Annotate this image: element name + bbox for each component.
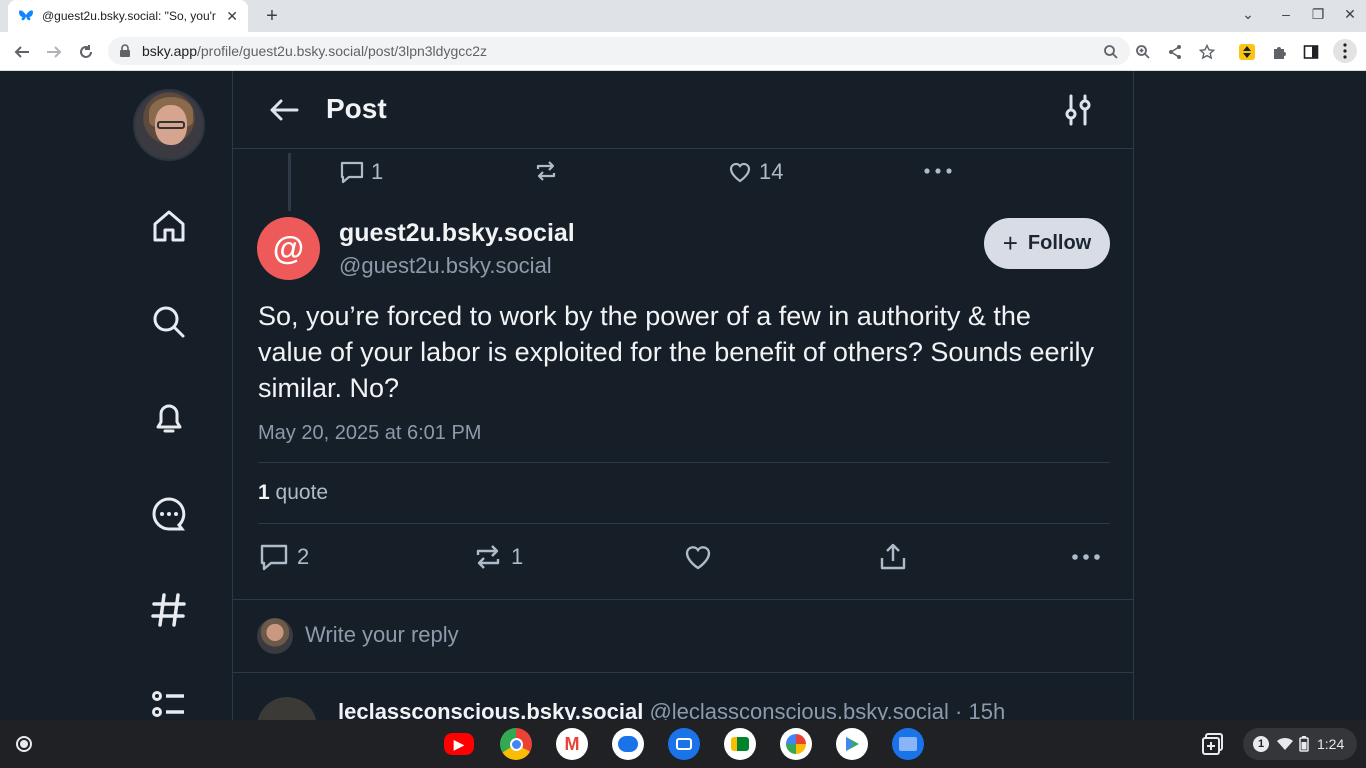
photos-icon[interactable] [780,728,812,760]
search-icon[interactable] [1100,41,1122,63]
puzzle-icon[interactable] [1268,41,1290,63]
close-tab-icon[interactable]: ✕ [226,8,238,25]
wifi-icon [1277,737,1293,750]
more-dots-icon [1072,554,1100,560]
thread-line [288,153,291,211]
tab-strip: @guest2u.bsky.social: "So, you'r ✕ + ⌄ –… [0,0,1366,32]
gmail-icon[interactable]: M [556,728,588,760]
share-upload-icon [880,543,906,570]
chrome-icon[interactable] [500,728,532,760]
bluesky-page: Post 1 14 @ guest2u.bsky.social @guest2u… [0,71,1366,720]
left-nav [130,71,210,720]
feeds-hash-icon[interactable] [150,591,188,629]
back-arrow-icon[interactable] [267,93,301,127]
meet-icon[interactable] [724,728,756,760]
parent-reply-button[interactable]: 1 [339,159,383,185]
reply-icon [260,544,288,571]
post-timestamp: May 20, 2025 at 6:01 PM [258,422,482,444]
new-tab-button[interactable]: + [260,4,284,28]
heart-icon [685,546,711,570]
repost-icon [476,545,500,569]
post-author-row: @ guest2u.bsky.social @guest2u.bsky.soci… [257,217,1110,283]
browser-tab[interactable]: @guest2u.bsky.social: "So, you'r ✕ [8,0,248,32]
battery-icon [1299,736,1309,752]
parent-reply-count: 1 [371,159,384,184]
divider [258,523,1110,524]
reply-icon [340,161,364,184]
system-tray[interactable]: 1 1:24 [1243,728,1357,760]
author-display-name[interactable]: guest2u.bsky.social [339,219,575,248]
search-nav-icon[interactable] [150,303,188,341]
thread-settings-icon[interactable] [1063,93,1093,127]
divider [258,462,1110,463]
side-panel-icon[interactable] [1300,41,1322,63]
lists-icon[interactable] [150,687,188,720]
os-shelf: ▶ M 1 1:24 [0,720,1366,768]
more-options-button[interactable] [1071,543,1109,571]
more-dots-icon [924,168,952,174]
follow-button[interactable]: + Follow [984,218,1110,269]
reply-author-avatar[interactable] [257,697,317,720]
share-button[interactable] [878,543,916,571]
repost-button[interactable]: 1 [473,543,523,571]
lock-icon [120,44,130,57]
extension-icon[interactable] [1236,41,1258,63]
author-handle[interactable]: @guest2u.bsky.social [339,253,552,279]
close-window-icon[interactable]: ✕ [1338,6,1362,23]
back-icon[interactable] [10,40,34,64]
camera-icon[interactable] [668,728,700,760]
minimize-icon[interactable]: – [1274,6,1298,22]
post-header: Post [233,71,1133,149]
url-text: bsky.app/profile/guest2u.bsky.social/pos… [142,43,488,59]
reply-button[interactable]: 2 [259,543,309,571]
user-avatar-small [257,618,293,654]
reload-icon[interactable] [74,40,98,64]
parent-post-actions: 1 14 [233,149,1133,211]
youtube-icon[interactable]: ▶ [444,733,474,755]
reply-author-line[interactable]: leclassconscious.bsky.social @leclasscon… [338,699,1005,720]
reply-count: 2 [297,544,310,569]
repost-count: 1 [511,544,524,569]
tab-search-icon[interactable]: ⌄ [1236,6,1260,23]
menu-kebab-icon[interactable] [1333,39,1357,63]
forward-icon[interactable] [42,40,66,64]
notifications-bell-icon[interactable] [150,399,188,437]
user-avatar[interactable] [133,89,205,161]
parent-more-button[interactable] [923,159,959,183]
zoom-icon[interactable] [1132,41,1154,63]
home-icon[interactable] [150,207,188,245]
share-icon[interactable] [1164,41,1186,63]
tab-title: @guest2u.bsky.social: "So, you'r [42,9,216,23]
notification-badge: 1 [1253,736,1269,752]
quote-count-link[interactable]: 1 quote [258,481,328,505]
bookmark-star-icon[interactable] [1196,41,1218,63]
post-text: So, you’re forced to work by the power o… [258,301,1094,403]
files-icon[interactable] [892,728,924,760]
bluesky-icon [19,10,33,21]
reply-post[interactable]: leclassconscious.bsky.social @leclasscon… [233,673,1133,720]
parent-like-count: 14 [759,159,784,184]
plus-icon: + [1002,228,1018,258]
address-bar[interactable]: bsky.app/profile/guest2u.bsky.social/pos… [108,37,1130,65]
reply-input-placeholder[interactable]: Write your reply [305,622,459,648]
repost-icon [536,161,556,181]
play-store-icon[interactable] [836,728,868,760]
author-avatar[interactable]: @ [257,217,320,280]
reply-composer[interactable]: Write your reply [233,599,1133,673]
thread-column: Post 1 14 @ guest2u.bsky.social @guest2u… [232,71,1134,720]
chat-icon[interactable] [150,495,188,533]
launcher-icon[interactable] [8,728,40,760]
heart-icon [729,162,751,183]
clock: 1:24 [1317,736,1345,752]
parent-repost-button[interactable] [533,159,565,183]
browser-toolbar: bsky.app/profile/guest2u.bsky.social/pos… [0,32,1366,71]
parent-like-button[interactable]: 14 [727,159,783,185]
restore-icon[interactable]: ❐ [1306,6,1330,23]
follow-label: Follow [1027,232,1092,254]
page-title: Post [326,93,387,124]
like-button[interactable] [683,543,721,571]
messages-icon[interactable] [612,728,644,760]
holding-space-icon[interactable] [1200,730,1228,758]
